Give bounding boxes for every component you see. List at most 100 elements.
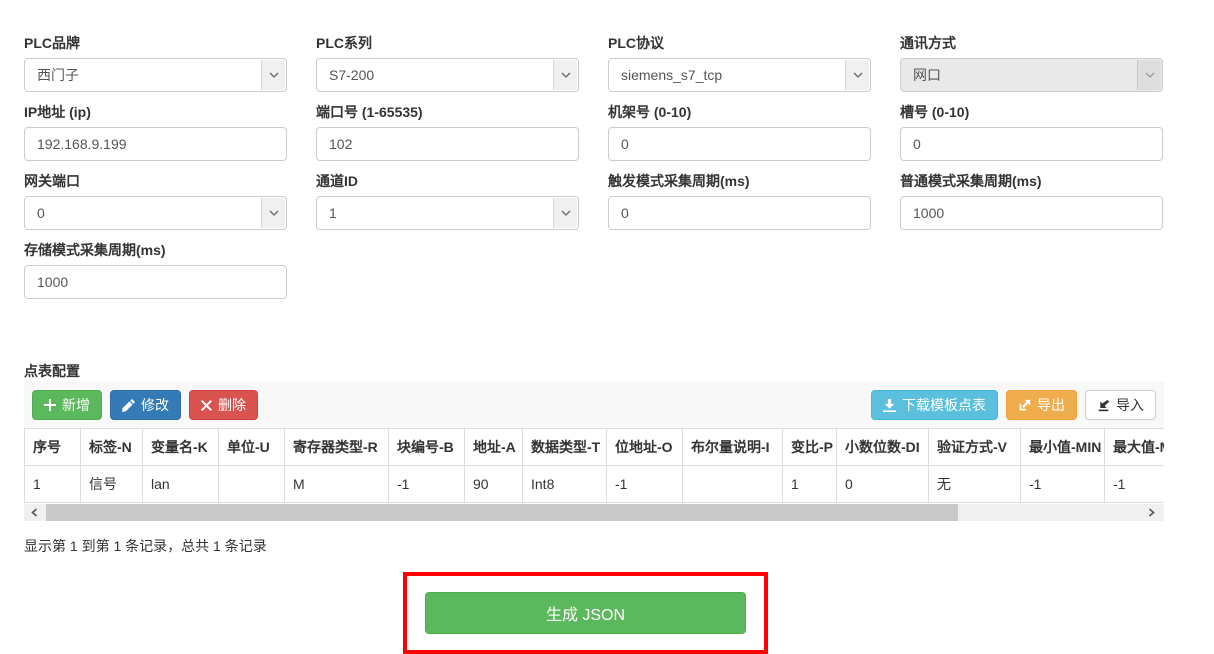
field-slot: 槽号 (0-10) (900, 102, 1163, 161)
cell-unit (219, 466, 285, 503)
chevron-down-icon (845, 60, 869, 90)
cell-bit-address: -1 (607, 466, 683, 503)
scrollbar-thumb[interactable] (46, 504, 958, 521)
delete-button-label: 删除 (218, 395, 246, 415)
export-button-label: 导出 (1037, 395, 1065, 415)
chevron-down-icon (261, 60, 285, 90)
toolbar-right-group: 下载模板点表 导出 导入 (871, 390, 1156, 420)
port-input[interactable] (316, 127, 579, 161)
gateway-port-select[interactable]: 0 (24, 196, 287, 230)
cell-max: -1 (1105, 466, 1165, 503)
comm-mode-select: 网口 (900, 58, 1163, 92)
port-label: 端口号 (1-65535) (316, 102, 579, 122)
plc-protocol-label: PLC协议 (608, 33, 871, 53)
cell-block-no: -1 (389, 466, 465, 503)
column-header-bool-desc: 布尔量说明-I (683, 429, 783, 466)
plc-protocol-select[interactable]: siemens_s7_tcp (608, 58, 871, 92)
column-header-address: 地址-A (465, 429, 523, 466)
x-icon (201, 400, 212, 411)
export-icon (1018, 399, 1031, 412)
column-header-max: 最大值-MAX (1105, 429, 1165, 466)
add-button[interactable]: 新增 (32, 390, 102, 420)
import-button[interactable]: 导入 (1085, 390, 1156, 420)
point-table: 序号 标签-N 变量名-K 单位-U 寄存器类型-R 块编号-B 地址-A 数据… (24, 428, 1164, 503)
column-header-min: 最小值-MIN (1021, 429, 1105, 466)
point-table-toolbar: 新增 修改 删除 下载模板点表 (24, 382, 1164, 428)
delete-button[interactable]: 删除 (189, 390, 258, 420)
generate-json-button[interactable]: 生成 JSON (425, 592, 746, 634)
plc-brand-label: PLC品牌 (24, 33, 287, 53)
edit-button[interactable]: 修改 (110, 390, 181, 420)
plc-series-select-value: S7-200 (329, 67, 374, 83)
plc-brand-select[interactable]: 西门子 (24, 58, 287, 92)
cell-tag: 信号 (81, 466, 143, 503)
field-gateway-port: 网关端口 0 (24, 171, 287, 230)
plc-series-label: PLC系列 (316, 33, 579, 53)
table-row[interactable]: 1 信号 lan M -1 90 Int8 -1 1 0 无 -1 -1 (25, 466, 1165, 503)
column-header-bit-address: 位地址-O (607, 429, 683, 466)
column-header-verify: 验证方式-V (929, 429, 1021, 466)
normal-cycle-input[interactable] (900, 196, 1163, 230)
cell-index: 1 (25, 466, 81, 503)
field-trigger-cycle: 触发模式采集周期(ms) (608, 171, 871, 230)
chevron-down-icon (261, 198, 285, 228)
storage-cycle-input[interactable] (24, 265, 287, 299)
column-header-varname: 变量名-K (143, 429, 219, 466)
cell-verify: 无 (929, 466, 1021, 503)
rack-label: 机架号 (0-10) (608, 102, 871, 122)
pencil-icon (122, 399, 135, 412)
cell-bool-desc (683, 466, 783, 503)
export-button[interactable]: 导出 (1006, 390, 1077, 420)
field-rack: 机架号 (0-10) (608, 102, 871, 161)
field-plc-protocol: PLC协议 siemens_s7_tcp (608, 33, 871, 92)
column-header-block-no: 块编号-B (389, 429, 465, 466)
point-table-wrap: 序号 标签-N 变量名-K 单位-U 寄存器类型-R 块编号-B 地址-A 数据… (24, 428, 1164, 503)
chevron-down-icon (553, 198, 577, 228)
comm-mode-select-value: 网口 (913, 65, 941, 85)
trigger-cycle-label: 触发模式采集周期(ms) (608, 171, 871, 191)
column-header-tag: 标签-N (81, 429, 143, 466)
plc-series-select[interactable]: S7-200 (316, 58, 579, 92)
channel-id-select-value: 1 (329, 205, 337, 221)
field-channel-id: 通道ID 1 (316, 171, 579, 230)
download-template-label: 下载模板点表 (902, 395, 986, 415)
rack-input[interactable] (608, 127, 871, 161)
trigger-cycle-input[interactable] (608, 196, 871, 230)
import-button-label: 导入 (1116, 395, 1144, 415)
highlight-box: 生成 JSON (403, 572, 768, 654)
generate-area: 生成 JSON (403, 572, 1188, 654)
import-icon (1097, 399, 1110, 412)
ip-address-input[interactable] (24, 127, 287, 161)
comm-mode-label: 通讯方式 (900, 33, 1163, 53)
field-plc-series: PLC系列 S7-200 (316, 33, 579, 92)
add-button-label: 新增 (62, 395, 90, 415)
plc-protocol-select-value: siemens_s7_tcp (621, 67, 722, 83)
download-icon (883, 399, 896, 412)
cell-min: -1 (1021, 466, 1105, 503)
scroll-left-icon[interactable] (26, 504, 43, 521)
horizontal-scrollbar[interactable] (24, 504, 1164, 521)
field-comm-mode: 通讯方式 网口 (900, 33, 1163, 92)
normal-cycle-label: 普通模式采集周期(ms) (900, 171, 1163, 191)
field-storage-cycle: 存储模式采集周期(ms) (24, 240, 287, 299)
download-template-button[interactable]: 下载模板点表 (871, 390, 998, 420)
column-header-index: 序号 (25, 429, 81, 466)
column-header-unit: 单位-U (219, 429, 285, 466)
chevron-down-icon (553, 60, 577, 90)
channel-id-select[interactable]: 1 (316, 196, 579, 230)
cell-register-type: M (285, 466, 389, 503)
edit-button-label: 修改 (141, 395, 169, 415)
record-summary: 显示第 1 到第 1 条记录，总共 1 条记录 (24, 536, 1188, 556)
slot-input[interactable] (900, 127, 1163, 161)
plc-config-page: PLC品牌 西门子 PLC系列 S7-200 PLC协议 siemens_s7_… (0, 0, 1188, 654)
column-header-register-type: 寄存器类型-R (285, 429, 389, 466)
field-normal-cycle: 普通模式采集周期(ms) (900, 171, 1163, 230)
storage-cycle-label: 存储模式采集周期(ms) (24, 240, 287, 260)
column-header-data-type: 数据类型-T (523, 429, 607, 466)
column-header-decimals: 小数位数-DI (837, 429, 929, 466)
gateway-port-select-value: 0 (37, 205, 45, 221)
cell-data-type: Int8 (523, 466, 607, 503)
ip-address-label: IP地址 (ip) (24, 102, 287, 122)
field-plc-brand: PLC品牌 西门子 (24, 33, 287, 92)
scroll-right-icon[interactable] (1143, 504, 1160, 521)
